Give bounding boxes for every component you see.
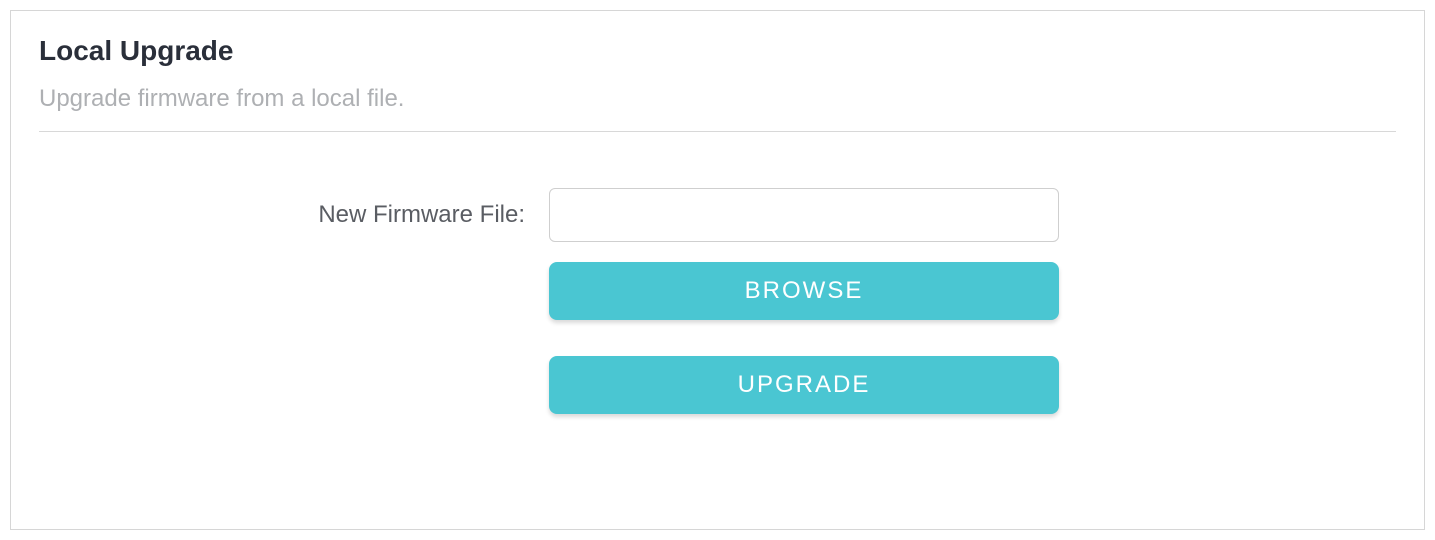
upgrade-row: UPGRADE	[39, 356, 1396, 414]
panel-description: Upgrade firmware from a local file.	[39, 85, 1396, 113]
spacer	[39, 262, 549, 320]
panel-title: Local Upgrade	[39, 35, 1396, 67]
upgrade-button[interactable]: UPGRADE	[549, 356, 1059, 414]
divider	[39, 131, 1396, 132]
firmware-file-input[interactable]	[549, 188, 1059, 242]
browse-row: BROWSE	[39, 262, 1396, 320]
firmware-file-label: New Firmware File:	[39, 201, 549, 229]
local-upgrade-panel: Local Upgrade Upgrade firmware from a lo…	[10, 10, 1425, 530]
browse-button[interactable]: BROWSE	[549, 262, 1059, 320]
firmware-file-row: New Firmware File:	[39, 188, 1396, 242]
spacer	[39, 356, 549, 414]
